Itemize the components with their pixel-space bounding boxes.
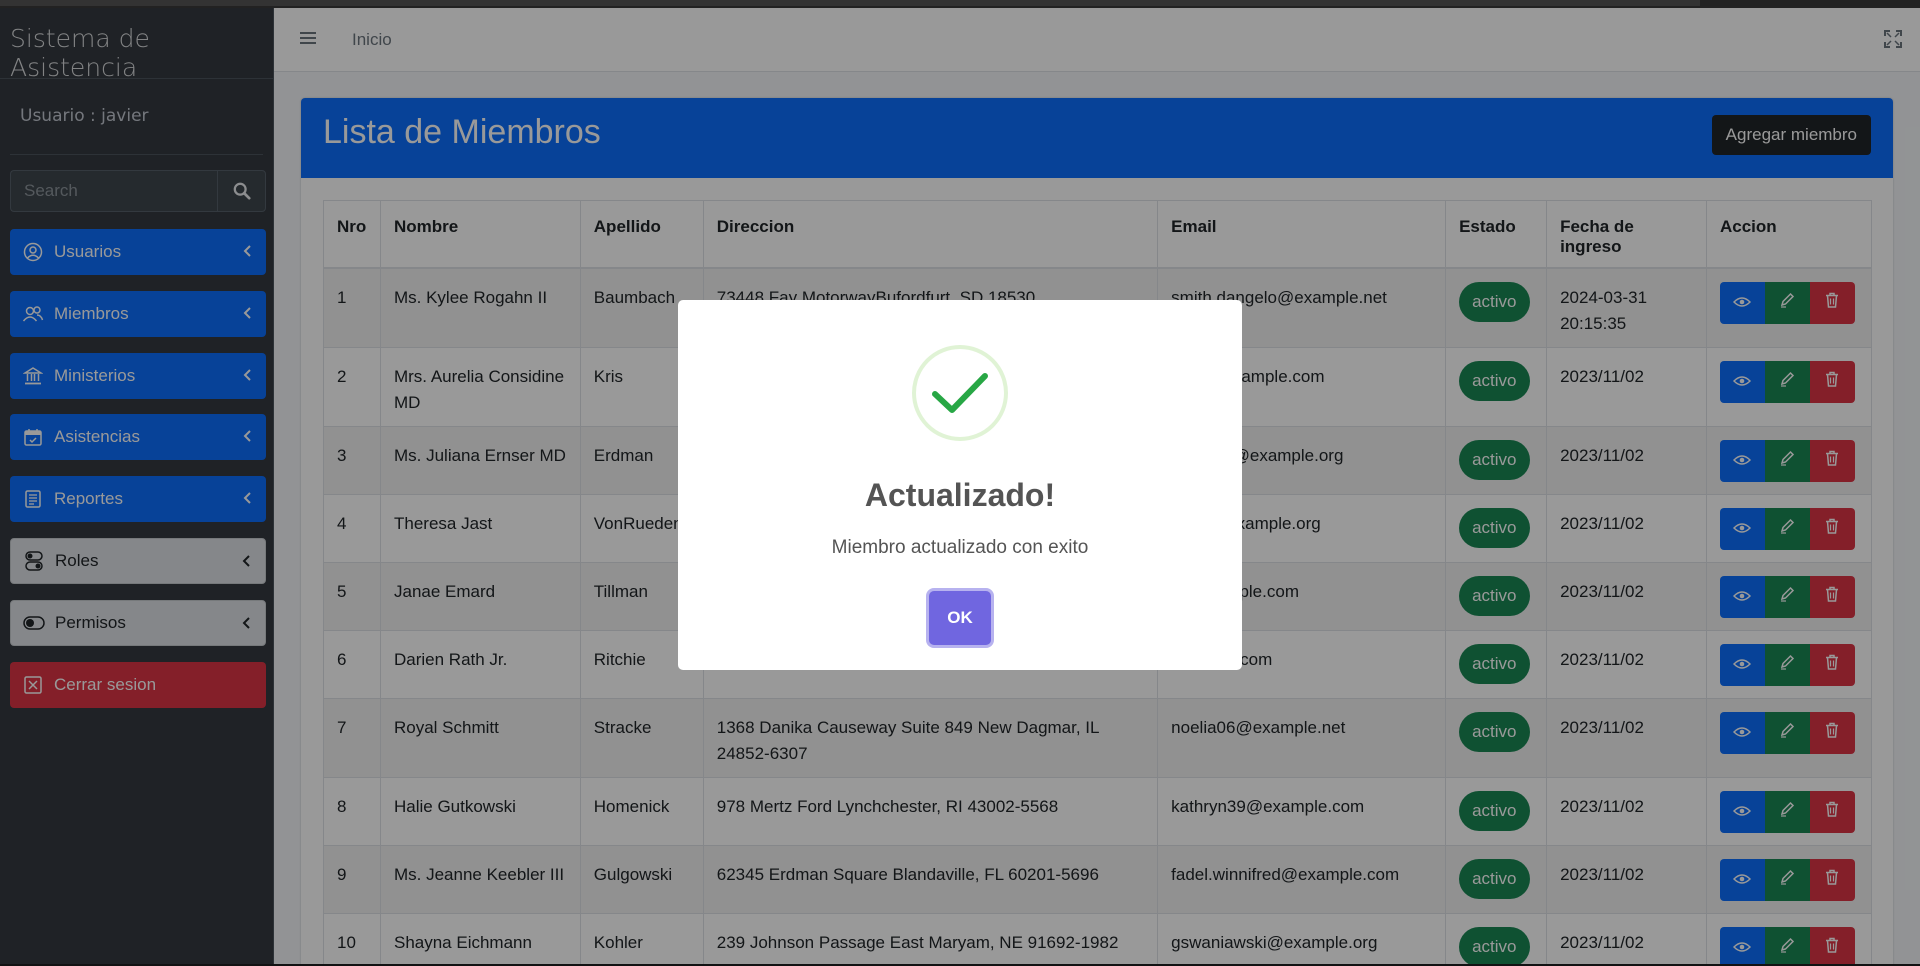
ok-button[interactable]: OK [929, 591, 991, 645]
success-dialog: Actualizado! Miembro actualizado con exi… [678, 300, 1242, 670]
success-check-icon [912, 345, 1008, 441]
dialog-title: Actualizado! [864, 477, 1056, 513]
dialog-message: Miembro actualizado con exito [831, 537, 1089, 558]
